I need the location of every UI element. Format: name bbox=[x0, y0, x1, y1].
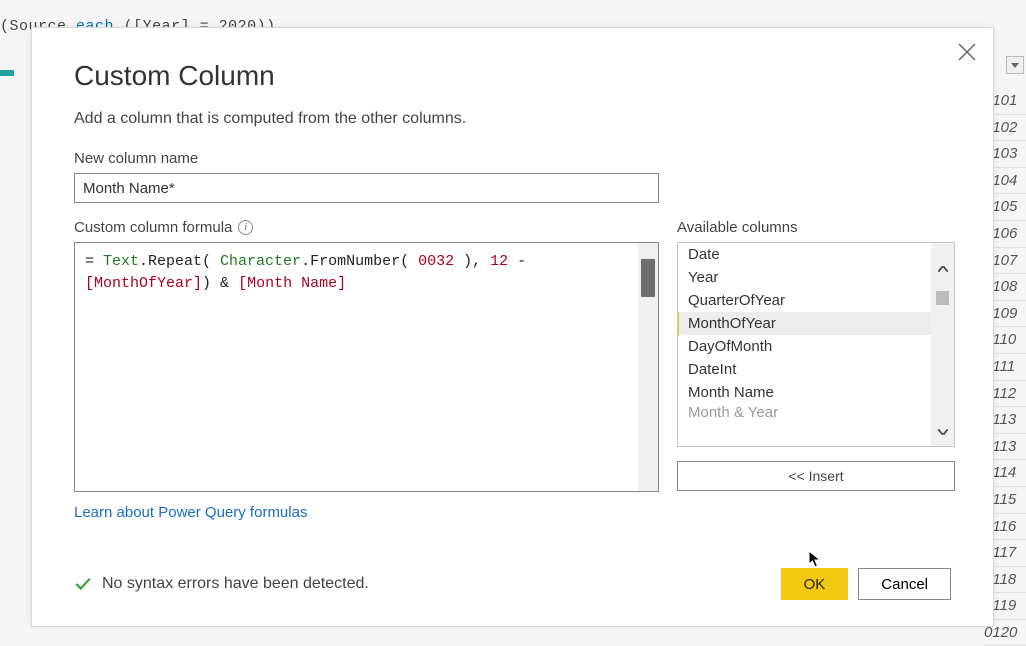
list-item[interactable]: MonthOfYear bbox=[678, 312, 931, 335]
column-name-label: New column name bbox=[74, 150, 951, 167]
list-item[interactable]: QuarterOfYear bbox=[678, 289, 931, 312]
list-item[interactable]: Date bbox=[678, 243, 931, 266]
list-item[interactable]: DateInt bbox=[678, 358, 931, 381]
background-accent-bar bbox=[0, 70, 14, 76]
check-icon bbox=[74, 575, 92, 593]
status-message: No syntax errors have been detected. bbox=[74, 575, 369, 593]
formula-editor[interactable]: = Text.Repeat( Character.FromNumber( 003… bbox=[74, 242, 659, 492]
formula-scrollbar[interactable] bbox=[638, 243, 658, 491]
available-columns-list[interactable]: Date Year QuarterOfYear MonthOfYear DayO… bbox=[677, 242, 955, 447]
close-button[interactable] bbox=[955, 40, 979, 64]
ok-button[interactable]: OK bbox=[781, 568, 849, 600]
scrollbar-thumb[interactable] bbox=[936, 291, 949, 305]
info-icon[interactable]: i bbox=[238, 220, 253, 235]
cancel-button[interactable]: Cancel bbox=[858, 568, 951, 600]
list-item[interactable]: Year bbox=[678, 266, 931, 289]
formula-label: Custom column formula i bbox=[74, 219, 659, 236]
learn-link[interactable]: Learn about Power Query formulas bbox=[74, 504, 307, 521]
scroll-down-icon[interactable] bbox=[931, 422, 954, 442]
dialog-subtitle: Add a column that is computed from the o… bbox=[74, 110, 951, 128]
column-name-input[interactable] bbox=[74, 173, 659, 203]
available-columns-label: Available columns bbox=[677, 219, 955, 236]
list-scrollbar[interactable] bbox=[931, 243, 954, 446]
close-icon bbox=[955, 40, 979, 64]
dialog-title: Custom Column bbox=[74, 60, 951, 92]
list-item[interactable]: Month Name bbox=[678, 381, 931, 404]
scroll-up-icon[interactable] bbox=[931, 259, 954, 279]
custom-column-dialog: Custom Column Add a column that is compu… bbox=[31, 27, 994, 627]
insert-button[interactable]: << Insert bbox=[677, 461, 955, 491]
column-dropdown-icon[interactable] bbox=[1006, 56, 1024, 74]
list-item[interactable]: Month & Year bbox=[678, 404, 931, 418]
list-item[interactable]: DayOfMonth bbox=[678, 335, 931, 358]
scrollbar-thumb[interactable] bbox=[641, 259, 655, 297]
